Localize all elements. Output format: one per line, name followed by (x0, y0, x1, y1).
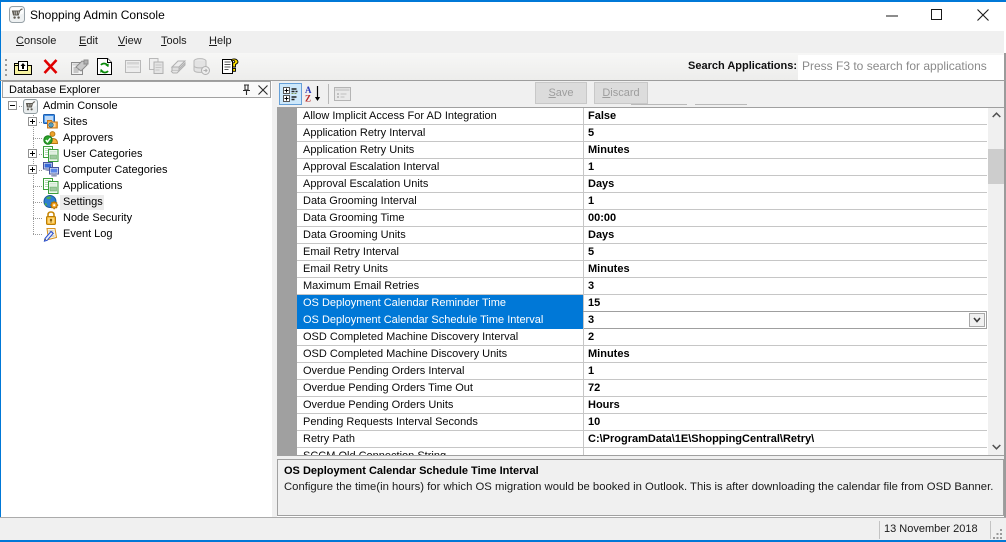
svg-text:Z: Z (305, 94, 311, 103)
